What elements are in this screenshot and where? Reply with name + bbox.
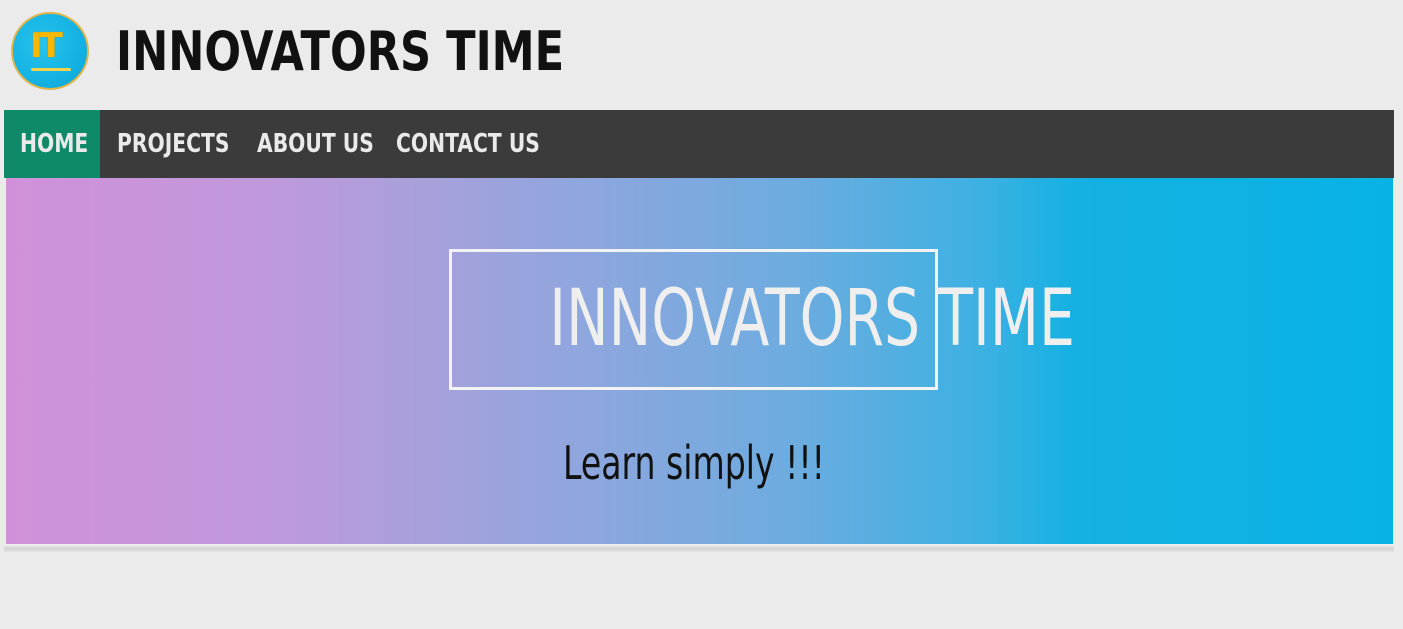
nav-item-contact-us[interactable]: CONTACT US [396, 110, 581, 178]
logo-underline [31, 68, 71, 71]
main-navigation: HOME PROJECTS ABOUT US CONTACT US [4, 110, 1394, 178]
nav-item-label: CONTACT US [396, 129, 540, 159]
hero-title-box: INNOVATORS TIME [449, 249, 1075, 390]
page: IT INNOVATORS TIME HOME PROJECTS ABOUT U… [0, 0, 1403, 629]
nav-item-home[interactable]: HOME [4, 110, 100, 178]
nav-item-label: PROJECTS [117, 129, 230, 159]
hero-divider [4, 544, 1394, 552]
hero-tagline: Learn simply !!! [449, 428, 938, 498]
nav-item-about-us[interactable]: ABOUT US [257, 110, 407, 178]
nav-item-label: ABOUT US [257, 129, 374, 159]
logo-icon[interactable]: IT [11, 12, 89, 90]
hero-banner: INNOVATORS TIME Learn simply !!! [6, 178, 1393, 544]
logo-text: IT [30, 26, 63, 66]
site-title[interactable]: INNOVATORS TIME [116, 17, 564, 87]
site-header: IT INNOVATORS TIME [0, 0, 1403, 108]
nav-item-projects[interactable]: PROJECTS [117, 110, 261, 178]
hero-title: INNOVATORS TIME [452, 252, 1075, 387]
hero-tagline-text: Learn simply !!! [562, 436, 825, 490]
hero-title-text: INNOVATORS TIME [549, 274, 1075, 364]
nav-item-label: HOME [20, 129, 89, 159]
